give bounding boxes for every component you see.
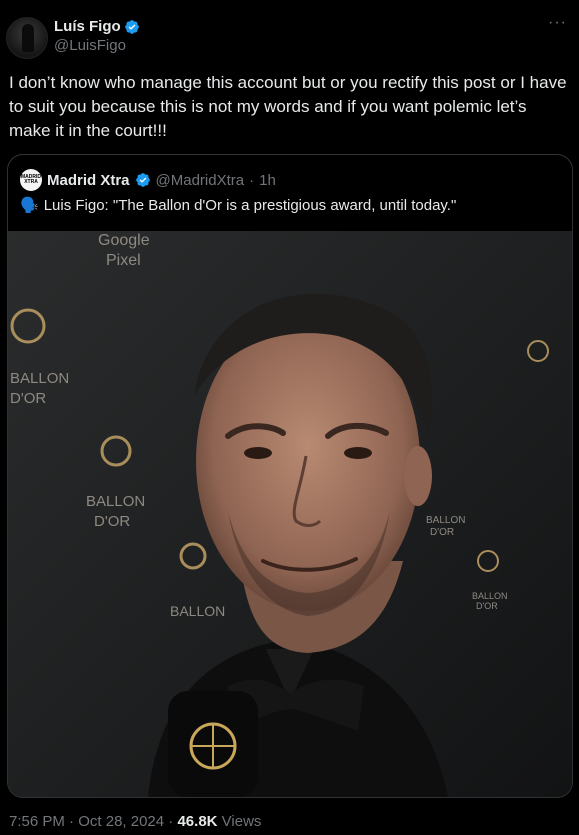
separator-dot: · [168, 813, 174, 830]
quoted-avatar[interactable]: MADRID XTRA [20, 169, 42, 191]
tweet-text: I don’t know who manage this account but… [9, 73, 567, 140]
separator-dot: · [249, 171, 255, 189]
quoted-author-handle[interactable]: @MadridXtra [156, 172, 245, 189]
quoted-tweet-text-line: 🗣️ Luis Figo: "The Ballon d'Or is a pres… [20, 196, 457, 215]
backdrop-text: D'OR [10, 390, 46, 407]
backdrop-text: BALLON [472, 591, 508, 601]
author-handle[interactable]: @LuisFigo [54, 37, 140, 54]
backdrop-text: BALLON [426, 515, 465, 526]
verified-badge-icon [135, 173, 150, 187]
tweet-footer: 7:56 PM · Oct 28, 2024 · 46.8K Views [9, 813, 261, 830]
tweet-date[interactable]: Oct 28, 2024 [78, 813, 164, 830]
quoted-photo[interactable]: Google Pixel BALLON D'OR BALLON D'OR BAL… [8, 231, 572, 797]
photo-illustration: Google Pixel BALLON D'OR BALLON D'OR BAL… [8, 231, 572, 797]
backdrop-text: D'OR [94, 513, 130, 530]
speaking-head-icon: 🗣️ [20, 197, 39, 214]
verified-badge-icon [124, 19, 139, 34]
author-info: Luís Figo @LuisFigo [54, 18, 140, 54]
tweet-time[interactable]: 7:56 PM [9, 813, 65, 830]
quoted-tweet[interactable]: MADRID XTRA Madrid Xtra @MadridXtra · 1h… [7, 154, 573, 798]
backdrop-text: BALLON [10, 370, 69, 387]
quoted-timestamp[interactable]: 1h [259, 172, 276, 189]
backdrop-text: D'OR [476, 601, 498, 611]
backdrop-text: BALLON [170, 603, 225, 619]
backdrop-text: Google [98, 232, 150, 249]
author-avatar[interactable] [6, 17, 48, 59]
backdrop-text: BALLON [86, 493, 145, 510]
backdrop-text: D'OR [430, 527, 454, 538]
more-options-icon[interactable]: ··· [548, 14, 567, 32]
quoted-tweet-header: MADRID XTRA Madrid Xtra @MadridXtra · 1h [20, 169, 276, 191]
quoted-author-name[interactable]: Madrid Xtra [47, 172, 130, 189]
views-count[interactable]: 46.8K [177, 813, 217, 830]
backdrop-text: Pixel [106, 252, 141, 269]
separator-dot: · [69, 813, 75, 830]
views-label: Views [221, 813, 262, 830]
quoted-tweet-text: Luis Figo: "The Ballon d'Or is a prestig… [43, 196, 457, 214]
author-name[interactable]: Luís Figo [54, 18, 121, 35]
